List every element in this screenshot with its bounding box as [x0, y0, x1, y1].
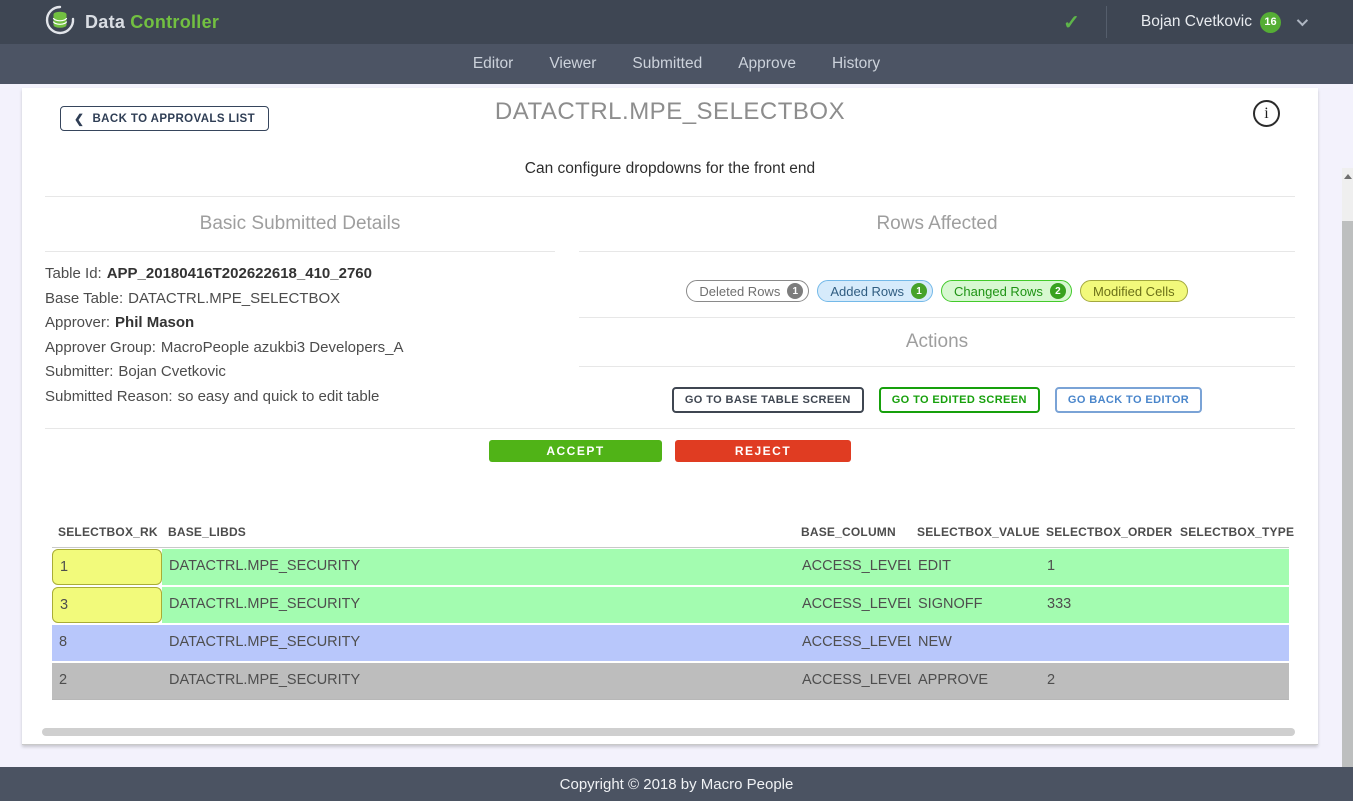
detail-approver: Approver:Phil Mason [45, 311, 555, 336]
go-to-base-table-button[interactable]: GO TO BASE TABLE SCREEN [672, 387, 864, 413]
table-row: 8 DATACTRL.MPE_SECURITY ACCESS_LEVEL NEW [52, 625, 1289, 661]
basic-details-heading: Basic Submitted Details [45, 197, 555, 252]
table-cell: ACCESS_LEVEL [795, 549, 911, 585]
table-body: 1 DATACTRL.MPE_SECURITY ACCESS_LEVEL EDI… [52, 547, 1289, 700]
changed-rows-pill[interactable]: Changed Rows 2 [941, 280, 1072, 302]
table-cell [1174, 663, 1289, 699]
nav-item-editor[interactable]: Editor [473, 55, 514, 73]
header-divider [1106, 6, 1107, 38]
table-cell-modified: 1 [52, 549, 162, 585]
go-to-edited-screen-button[interactable]: GO TO EDITED SCREEN [879, 387, 1040, 413]
added-rows-pill[interactable]: Added Rows 1 [817, 280, 933, 302]
section-divider [45, 428, 1295, 429]
table-cell: NEW [911, 625, 1040, 661]
table-cell [1174, 587, 1289, 623]
column-header-selectbox-order: SELECTBOX_ORDER [1040, 525, 1174, 539]
table-row: 3 DATACTRL.MPE_SECURITY ACCESS_LEVEL SIG… [52, 587, 1289, 623]
rows-affected-panel: Rows Affected Deleted Rows 1 Added Rows … [579, 197, 1295, 413]
detail-submitted-reason: Submitted Reason:so easy and quick to ed… [45, 385, 555, 410]
column-header-selectbox-type: SELECTBOX_TYPE [1174, 525, 1289, 539]
table-row: 2 DATACTRL.MPE_SECURITY ACCESS_LEVEL APP… [52, 663, 1289, 699]
table-cell: 2 [1040, 663, 1174, 699]
table-cell: EDIT [911, 549, 1040, 585]
actions-heading: Actions [579, 318, 1295, 367]
table-description: Can configure dropdowns for the front en… [22, 160, 1318, 178]
table-cell: DATACTRL.MPE_SECURITY [162, 625, 795, 661]
accept-button[interactable]: ACCEPT [489, 440, 662, 462]
page-title: DATACTRL.MPE_SELECTBOX [22, 98, 1318, 126]
changes-table: SELECTBOX_RK BASE_LIBDS BASE_COLUMN SELE… [52, 517, 1289, 700]
detail-table-id: Table Id:APP_20180416T202622618_410_2760 [45, 262, 555, 287]
modified-cells-pill[interactable]: Modified Cells [1080, 280, 1188, 302]
reject-button[interactable]: REJECT [675, 440, 851, 462]
top-header-bar: DataController ✓ Bojan Cvetkovic 16 [0, 0, 1353, 44]
app-logo[interactable]: DataController [45, 5, 219, 40]
nav-item-approve[interactable]: Approve [738, 55, 796, 73]
nav-item-viewer[interactable]: Viewer [549, 55, 596, 73]
scroll-up-icon[interactable] [1342, 170, 1353, 182]
nav-item-history[interactable]: History [832, 55, 880, 73]
decision-buttons: ACCEPT REJECT [22, 440, 1318, 462]
details-list: Table Id:APP_20180416T202622618_410_2760… [45, 252, 555, 409]
table-bottom-border [52, 699, 1289, 700]
brand-name: DataController [85, 12, 219, 33]
table-cell: SIGNOFF [911, 587, 1040, 623]
scrollbar-thumb[interactable] [1342, 221, 1353, 801]
chevron-down-icon[interactable] [1297, 15, 1308, 26]
approval-detail-card: ❮ BACK TO APPROVALS LIST DATACTRL.MPE_SE… [22, 88, 1318, 745]
deleted-rows-count: 1 [787, 283, 803, 299]
column-header-base-column: BASE_COLUMN [795, 525, 911, 539]
rows-affected-heading: Rows Affected [579, 197, 1295, 252]
detail-submitter: Submitter:Bojan Cvetkovic [45, 360, 555, 385]
table-cell-modified: 3 [52, 587, 162, 623]
changed-rows-count: 2 [1050, 283, 1066, 299]
table-row: 1 DATACTRL.MPE_SECURITY ACCESS_LEVEL EDI… [52, 549, 1289, 585]
column-header-base-libds: BASE_LIBDS [162, 525, 795, 539]
rows-affected-badges: Deleted Rows 1 Added Rows 1 Changed Rows… [579, 252, 1295, 318]
main-content-area: ❮ BACK TO APPROVALS LIST DATACTRL.MPE_SE… [0, 84, 1353, 767]
actions-buttons: GO TO BASE TABLE SCREEN GO TO EDITED SCR… [579, 367, 1295, 413]
added-rows-count: 1 [911, 283, 927, 299]
table-cell: ACCESS_LEVEL [795, 663, 911, 699]
column-header-selectbox-rk: SELECTBOX_RK [52, 525, 162, 539]
user-menu-name[interactable]: Bojan Cvetkovic [1141, 13, 1252, 31]
copyright-text: Copyright © 2018 by Macro People [560, 776, 794, 793]
vertical-scrollbar[interactable] [1342, 168, 1353, 801]
table-cell [1174, 625, 1289, 661]
status-check-icon: ✓ [1063, 10, 1080, 35]
detail-base-table: Base Table:DATACTRL.MPE_SELECTBOX [45, 287, 555, 312]
user-notification-badge[interactable]: 16 [1260, 12, 1281, 33]
database-logo-icon [45, 5, 75, 40]
table-cell: APPROVE [911, 663, 1040, 699]
detail-approver-group: Approver Group:MacroPeople azukbi3 Devel… [45, 336, 555, 361]
table-cell: DATACTRL.MPE_SECURITY [162, 587, 795, 623]
table-cell: ACCESS_LEVEL [795, 625, 911, 661]
info-icon[interactable]: i [1253, 100, 1280, 127]
table-cell [1040, 625, 1174, 661]
detail-panels: Basic Submitted Details Table Id:APP_201… [45, 197, 1295, 413]
table-cell: DATACTRL.MPE_SECURITY [162, 549, 795, 585]
table-header-row: SELECTBOX_RK BASE_LIBDS BASE_COLUMN SELE… [52, 517, 1289, 547]
table-cell [1174, 549, 1289, 585]
table-cell: ACCESS_LEVEL [795, 587, 911, 623]
deleted-rows-pill[interactable]: Deleted Rows 1 [686, 280, 809, 302]
nav-item-submitted[interactable]: Submitted [632, 55, 702, 73]
table-cell: 2 [52, 663, 162, 699]
basic-details-panel: Basic Submitted Details Table Id:APP_201… [45, 197, 555, 413]
table-cell: 8 [52, 625, 162, 661]
footer: Copyright © 2018 by Macro People [0, 767, 1353, 801]
column-header-selectbox-value: SELECTBOX_VALUE [911, 525, 1040, 539]
main-nav: Editor Viewer Submitted Approve History [0, 44, 1353, 84]
go-back-to-editor-button[interactable]: GO BACK TO EDITOR [1055, 387, 1202, 413]
horizontal-scrollbar[interactable] [42, 728, 1295, 736]
table-cell: 333 [1040, 587, 1174, 623]
table-cell: DATACTRL.MPE_SECURITY [162, 663, 795, 699]
table-cell: 1 [1040, 549, 1174, 585]
